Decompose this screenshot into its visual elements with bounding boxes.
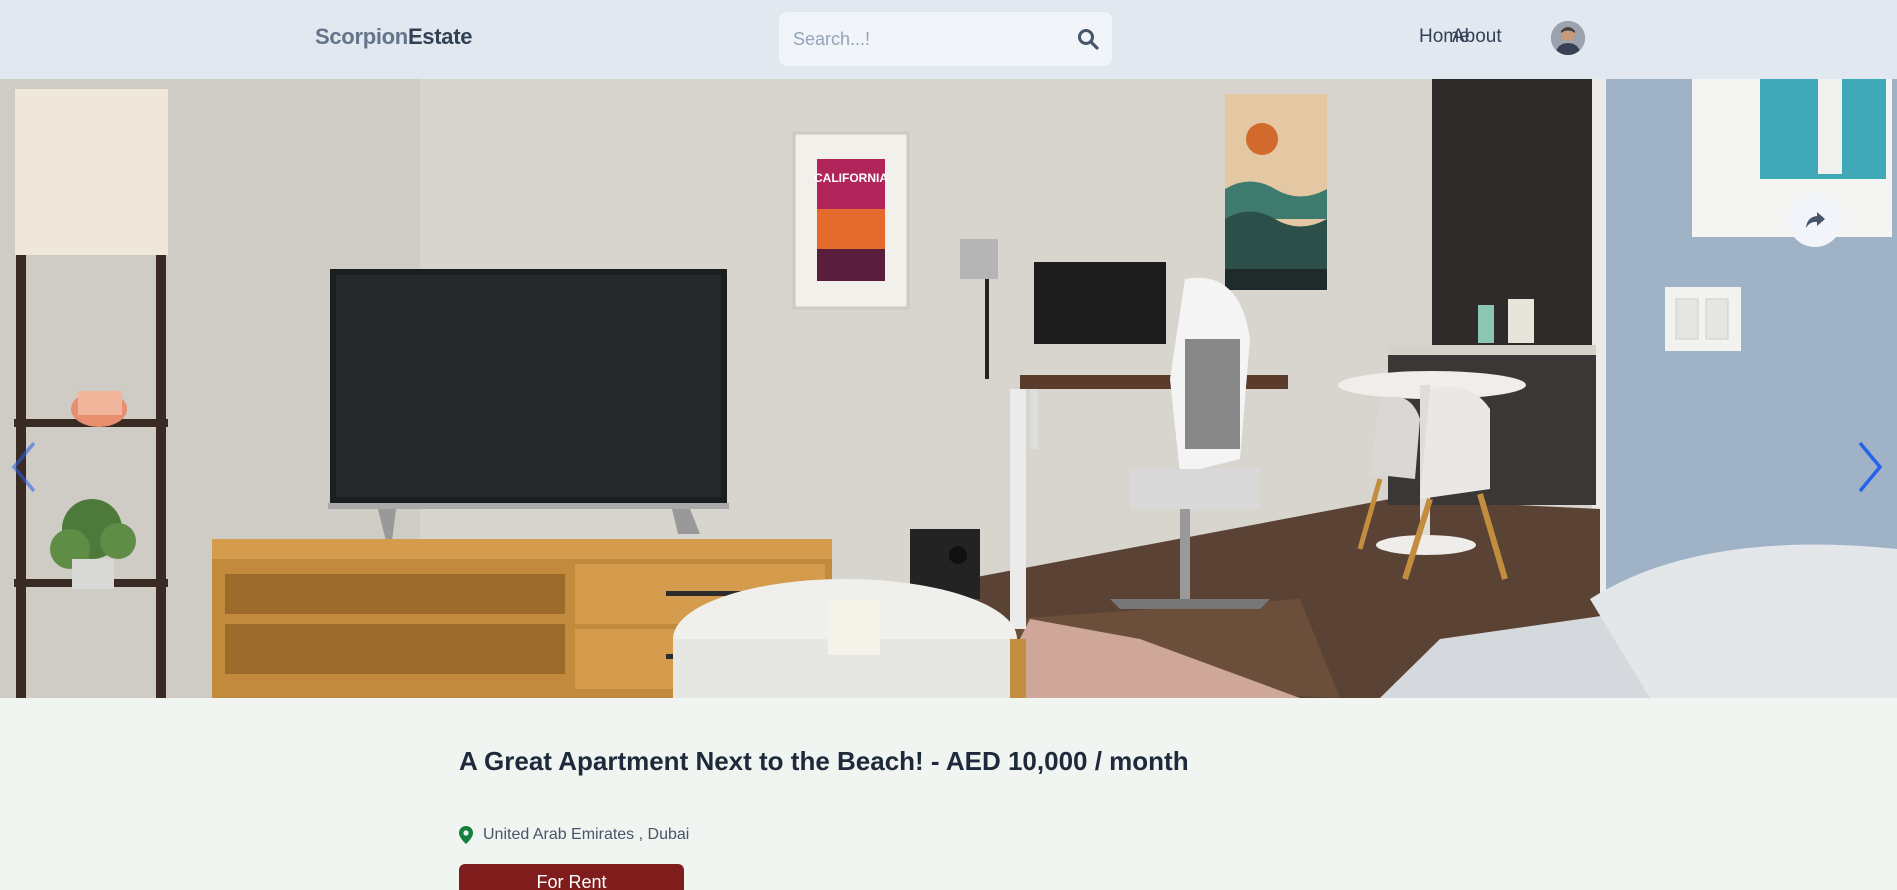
site-header: ScorpionEstate Home About (0, 0, 1897, 79)
location-text: United Arab Emirates , Dubai (483, 826, 690, 843)
search-bar (779, 12, 1112, 66)
listing-location: United Arab Emirates , Dubai (459, 826, 689, 844)
property-photo: CALIFORNIA (0, 79, 1897, 698)
listing-type-badge[interactable]: For Rent (459, 864, 684, 890)
share-icon (1806, 212, 1825, 228)
poster-text: CALIFORNIA (814, 171, 888, 185)
chevron-left-icon[interactable] (8, 439, 38, 495)
site-logo[interactable]: ScorpionEstate (315, 24, 472, 50)
logo-part-2: Estate (407, 24, 473, 49)
nav-link-about[interactable]: About (1452, 26, 1502, 48)
listing-title: A Great Apartment Next to the Beach! - A… (459, 746, 1189, 776)
logo-part-1: Scorpion (315, 24, 408, 49)
share-button[interactable] (1788, 193, 1842, 247)
property-image-carousel[interactable]: CALIFORNIA (0, 79, 1897, 698)
map-pin-icon (459, 826, 473, 844)
chevron-right-icon[interactable] (1856, 439, 1886, 495)
search-input[interactable] (793, 12, 1053, 66)
search-icon[interactable] (1076, 27, 1100, 51)
user-avatar[interactable] (1551, 21, 1585, 55)
